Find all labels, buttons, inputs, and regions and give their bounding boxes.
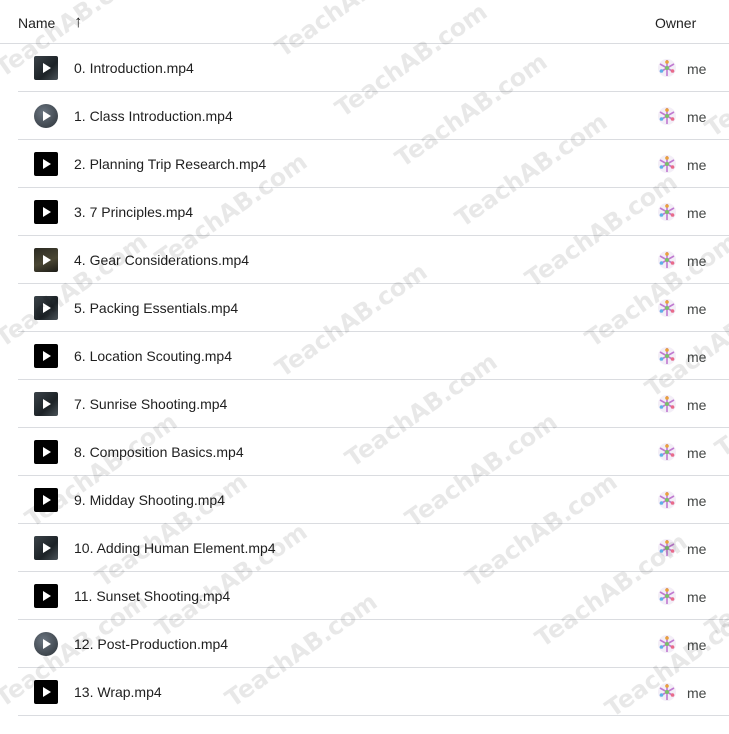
owner-avatar [657, 538, 677, 558]
file-name[interactable]: 8. Composition Basics.mp4 [74, 444, 244, 460]
file-name[interactable]: 0. Introduction.mp4 [74, 60, 194, 76]
owner-name: me [687, 205, 707, 221]
table-row[interactable]: 12. Post-Production.mp4 me [18, 620, 729, 668]
owner-avatar [657, 490, 677, 510]
table-row[interactable]: 0. Introduction.mp4 me [18, 44, 729, 92]
file-name[interactable]: 3. 7 Principles.mp4 [74, 204, 193, 220]
table-row[interactable]: 4. Gear Considerations.mp4 me [18, 236, 729, 284]
video-thumbnail [34, 536, 58, 560]
file-name[interactable]: 10. Adding Human Element.mp4 [74, 540, 276, 556]
owner-name: me [687, 397, 707, 413]
table-row[interactable]: 2. Planning Trip Research.mp4 me [18, 140, 729, 188]
table-row[interactable]: 9. Midday Shooting.mp4 me [18, 476, 729, 524]
video-thumbnail [34, 632, 58, 656]
owner-name: me [687, 301, 707, 317]
file-name[interactable]: 1. Class Introduction.mp4 [74, 108, 233, 124]
play-icon [43, 447, 51, 457]
play-icon [43, 399, 51, 409]
owner-avatar [657, 682, 677, 702]
video-thumbnail [34, 584, 58, 608]
file-name[interactable]: 6. Location Scouting.mp4 [74, 348, 232, 364]
owner-avatar [657, 202, 677, 222]
video-thumbnail [34, 440, 58, 464]
owner-name: me [687, 253, 707, 269]
play-icon [43, 687, 51, 697]
sort-ascending-icon[interactable]: ↑ [74, 12, 83, 32]
play-icon [43, 495, 51, 505]
owner-name: me [687, 349, 707, 365]
owner-name: me [687, 685, 707, 701]
play-icon [43, 639, 51, 649]
file-name[interactable]: 5. Packing Essentials.mp4 [74, 300, 238, 316]
table-row[interactable]: 13. Wrap.mp4 me [18, 668, 729, 716]
table-row[interactable]: 10. Adding Human Element.mp4 me [18, 524, 729, 572]
table-row[interactable]: 1. Class Introduction.mp4 me [18, 92, 729, 140]
video-thumbnail [34, 392, 58, 416]
play-icon [43, 63, 51, 73]
owner-name: me [687, 445, 707, 461]
video-thumbnail [34, 104, 58, 128]
table-row[interactable]: 5. Packing Essentials.mp4 me [18, 284, 729, 332]
play-icon [43, 303, 51, 313]
owner-avatar [657, 298, 677, 318]
table-row[interactable]: 8. Composition Basics.mp4 me [18, 428, 729, 476]
play-icon [43, 543, 51, 553]
video-thumbnail [34, 200, 58, 224]
file-list-header: Name ↑ Owner [0, 0, 729, 44]
video-thumbnail [34, 152, 58, 176]
owner-avatar [657, 442, 677, 462]
owner-name: me [687, 157, 707, 173]
video-thumbnail [34, 344, 58, 368]
table-row[interactable]: 7. Sunrise Shooting.mp4 me [18, 380, 729, 428]
owner-avatar [657, 394, 677, 414]
file-name[interactable]: 2. Planning Trip Research.mp4 [74, 156, 266, 172]
table-row[interactable]: 6. Location Scouting.mp4 me [18, 332, 729, 380]
play-icon [43, 111, 51, 121]
owner-avatar [657, 346, 677, 366]
play-icon [43, 159, 51, 169]
table-row[interactable]: 11. Sunset Shooting.mp4 me [18, 572, 729, 620]
file-name[interactable]: 13. Wrap.mp4 [74, 684, 162, 700]
video-thumbnail [34, 296, 58, 320]
file-name[interactable]: 12. Post-Production.mp4 [74, 636, 228, 652]
play-icon [43, 351, 51, 361]
owner-avatar [657, 586, 677, 606]
owner-avatar [657, 250, 677, 270]
play-icon [43, 207, 51, 217]
video-thumbnail [34, 56, 58, 80]
owner-avatar [657, 154, 677, 174]
owner-name: me [687, 541, 707, 557]
table-row[interactable]: 3. 7 Principles.mp4 me [18, 188, 729, 236]
owner-avatar [657, 634, 677, 654]
column-header-name[interactable]: Name [18, 15, 55, 31]
file-name[interactable]: 9. Midday Shooting.mp4 [74, 492, 225, 508]
video-thumbnail [34, 248, 58, 272]
file-name[interactable]: 7. Sunrise Shooting.mp4 [74, 396, 227, 412]
file-name[interactable]: 4. Gear Considerations.mp4 [74, 252, 249, 268]
file-name[interactable]: 11. Sunset Shooting.mp4 [74, 588, 230, 604]
owner-name: me [687, 493, 707, 509]
owner-avatar [657, 58, 677, 78]
owner-avatar [657, 106, 677, 126]
play-icon [43, 591, 51, 601]
play-icon [43, 255, 51, 265]
video-thumbnail [34, 488, 58, 512]
owner-name: me [687, 637, 707, 653]
owner-name: me [687, 61, 707, 77]
video-thumbnail [34, 680, 58, 704]
column-header-owner[interactable]: Owner [655, 15, 696, 31]
owner-name: me [687, 109, 707, 125]
owner-name: me [687, 589, 707, 605]
